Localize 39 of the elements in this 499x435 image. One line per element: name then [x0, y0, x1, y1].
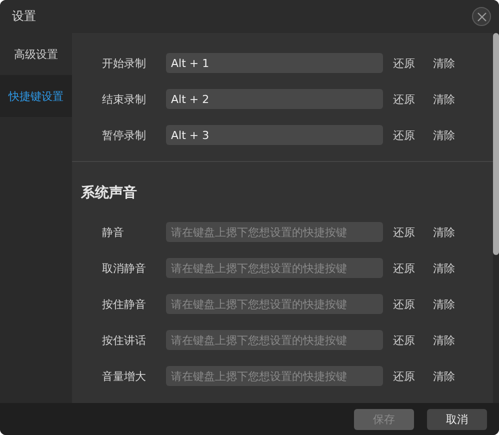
reset-link[interactable]: 还原	[393, 332, 415, 348]
shortcut-label: 暂停录制	[102, 128, 147, 142]
shortcut-field[interactable]: 请在键盘上摁下您想设置的快捷按键	[166, 330, 383, 350]
shortcut-field[interactable]: 请在键盘上摁下您想设置的快捷按键	[166, 222, 383, 242]
shortcut-field[interactable]: Alt + 3	[166, 125, 383, 145]
reset-link[interactable]: 还原	[393, 260, 415, 276]
reset-link[interactable]: 还原	[393, 296, 415, 312]
close-icon	[476, 12, 486, 22]
window-title: 设置	[12, 8, 36, 25]
clear-link[interactable]: 清除	[433, 296, 455, 312]
clear-link[interactable]: 清除	[433, 260, 455, 276]
shortcut-label: 音量增大	[102, 368, 147, 384]
shortcut-label: 按住讲话	[102, 332, 147, 348]
section-heading: 系统声音	[81, 184, 138, 201]
shortcut-label: 取消静音	[102, 260, 147, 276]
shortcut-field[interactable]: 请在键盘上摁下您想设置的快捷按键	[166, 294, 383, 314]
scrollbar[interactable]	[493, 33, 499, 403]
reset-link[interactable]: 还原	[393, 128, 415, 142]
clear-link[interactable]: 清除	[433, 56, 455, 70]
reset-link[interactable]: 还原	[393, 368, 415, 384]
reset-link[interactable]: 还原	[393, 56, 415, 70]
clear-link[interactable]: 清除	[433, 224, 455, 240]
shortcut-field[interactable]: Alt + 1	[166, 53, 383, 73]
shortcut-label: 开始录制	[102, 56, 147, 70]
sidebar-item[interactable]: 快捷键设置	[0, 75, 72, 117]
shortcut-label: 静音	[102, 224, 125, 240]
shortcut-field[interactable]: 请在键盘上摁下您想设置的快捷按键	[166, 258, 383, 278]
clear-link[interactable]: 清除	[433, 128, 455, 142]
reset-link[interactable]: 还原	[393, 92, 415, 106]
close-button[interactable]	[472, 7, 491, 26]
shortcut-label: 结束录制	[102, 92, 147, 106]
reset-link[interactable]: 还原	[393, 224, 415, 240]
clear-link[interactable]: 清除	[433, 92, 455, 106]
shortcut-field[interactable]: Alt + 2	[166, 89, 383, 109]
shortcut-label: 按住静音	[102, 296, 147, 312]
cancel-button[interactable]: 取消	[427, 408, 487, 430]
shortcut-field[interactable]: 请在键盘上摁下您想设置的快捷按键	[166, 366, 383, 386]
clear-link[interactable]: 清除	[433, 332, 455, 348]
clear-link[interactable]: 清除	[433, 368, 455, 384]
